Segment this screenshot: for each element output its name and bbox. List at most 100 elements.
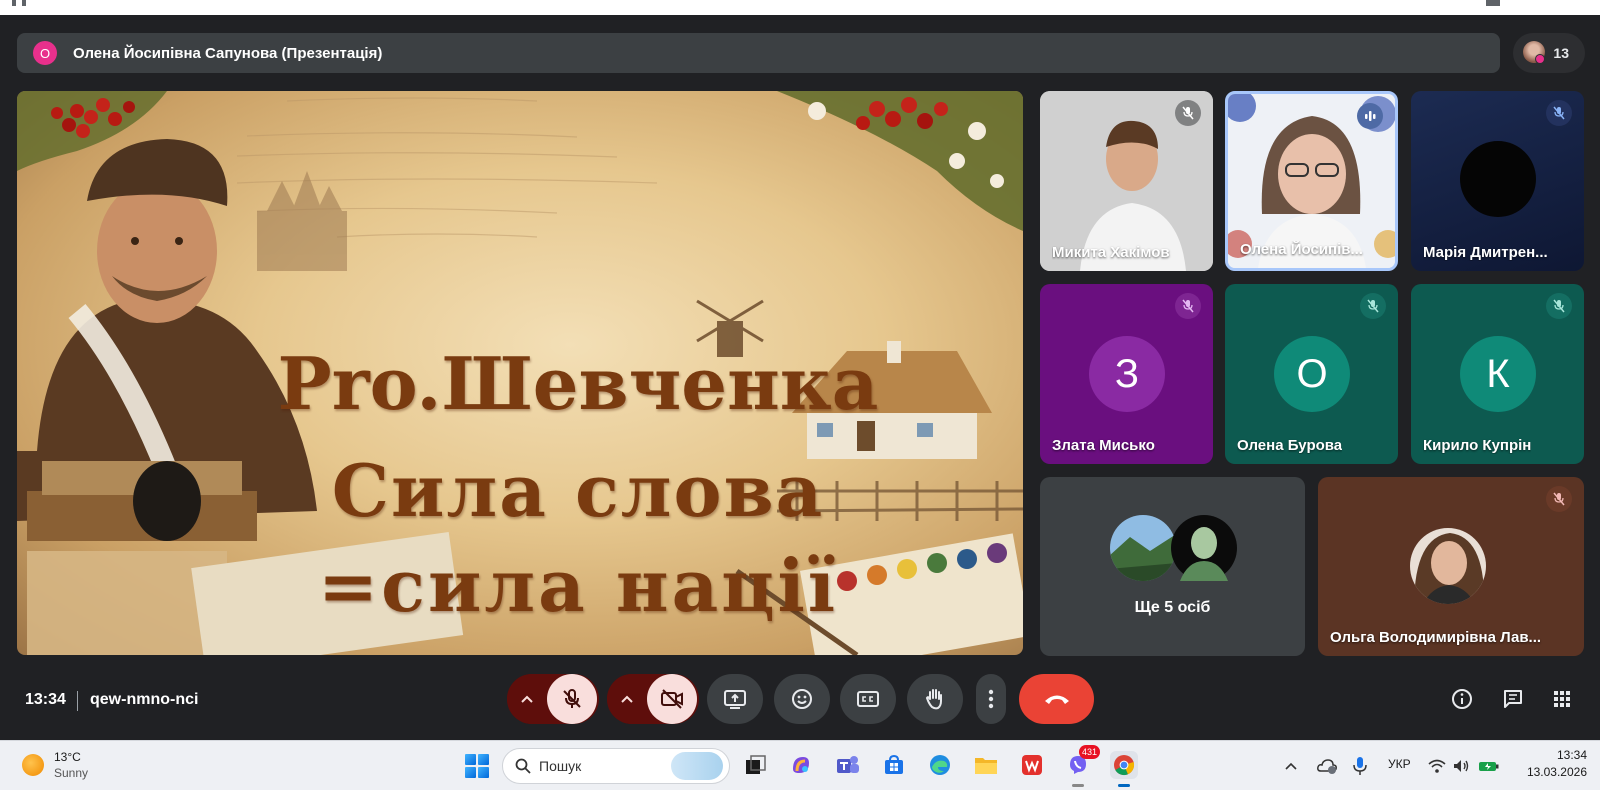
hang-up-icon <box>1044 695 1069 704</box>
closed-captions-icon <box>857 691 879 707</box>
presenter-indicator-icon <box>1535 54 1545 64</box>
participant-name: Микита Хакімов <box>1052 244 1170 261</box>
participant-name: Олена Бурова <box>1237 437 1343 454</box>
participant-name: Марія Дмитрен... <box>1423 244 1548 261</box>
search-highlight-image <box>671 752 723 780</box>
start-button[interactable] <box>465 754 489 778</box>
more-options-button[interactable] <box>976 674 1006 724</box>
presentation-slide: Pro.Шевченка Сила слова =сила нації <box>17 91 1023 655</box>
raise-hand-icon <box>925 689 942 710</box>
camera-off-icon <box>661 689 683 709</box>
taskbar-search[interactable]: Пошук <box>502 748 730 784</box>
mic-off-icon <box>563 689 581 708</box>
participant-name: Ольга Володимирівна Лав... <box>1330 629 1542 646</box>
chat-icon <box>1504 690 1522 708</box>
meeting-details-button[interactable] <box>1449 686 1475 712</box>
viber-icon[interactable]: 431 <box>1064 745 1100 787</box>
chat-button[interactable] <box>1500 686 1526 712</box>
presenter-avatar: О <box>33 41 57 65</box>
chevron-up-icon <box>621 695 633 703</box>
search-icon <box>515 758 531 774</box>
edge-icon[interactable] <box>926 751 954 779</box>
more-participants-label: Ще 5 осіб <box>1134 599 1211 616</box>
avatar <box>1460 141 1536 217</box>
microphone-in-use-icon[interactable] <box>1352 755 1368 777</box>
toggle-camera-button[interactable] <box>647 674 697 724</box>
weather-temperature: 13°C <box>54 750 81 764</box>
cloud-sync-icon[interactable] <box>1316 755 1338 777</box>
audio-options-button[interactable] <box>507 674 547 724</box>
participant-tile[interactable]: О Олена Бурова <box>1225 284 1398 464</box>
windows-taskbar: 13°C Sunny Пошук 431 УКР 13:34 13.03.202… <box>0 740 1600 790</box>
volume-icon[interactable] <box>1452 755 1470 777</box>
apps-grid-icon <box>1554 691 1570 707</box>
avatar: К <box>1460 336 1536 412</box>
search-placeholder: Пошук <box>539 758 582 774</box>
mic-off-icon <box>1175 293 1201 319</box>
more-vertical-icon <box>988 689 994 709</box>
chevron-up-icon <box>521 695 533 703</box>
copilot-icon[interactable] <box>787 751 815 779</box>
participant-tile-active-speaker[interactable]: Олена Йосипів... <box>1225 91 1398 271</box>
browser-bookmarks-strip <box>0 0 1600 15</box>
participant-avatars-stack <box>1110 515 1237 581</box>
active-app-indicator <box>1118 784 1130 787</box>
wps-office-icon[interactable] <box>1018 751 1046 779</box>
participant-tile[interactable]: Микита Хакімов <box>1040 91 1213 271</box>
wifi-icon[interactable] <box>1428 755 1446 777</box>
show-hidden-icons-chevron-icon[interactable] <box>1284 755 1298 777</box>
participant-name: Олена Йосипів... <box>1240 241 1363 258</box>
teams-icon[interactable] <box>834 751 862 779</box>
battery-charging-icon[interactable] <box>1478 755 1500 777</box>
video-options-button[interactable] <box>607 674 647 724</box>
info-icon <box>1452 689 1472 709</box>
meeting-controls-bar: 13:34 qew-nmno-nci <box>0 668 1600 738</box>
viber-notification-badge: 431 <box>1078 745 1100 759</box>
present-screen-icon <box>724 690 746 709</box>
system-time: 13:34 <box>1556 748 1587 762</box>
slide-title-line-2: Сила слова <box>331 448 825 533</box>
activities-button[interactable] <box>1549 686 1575 712</box>
participant-name: Злата Мисько <box>1052 437 1155 454</box>
file-explorer-icon[interactable] <box>972 751 1000 779</box>
participant-name: Кирило Купрін <box>1423 437 1532 454</box>
raise-hand-button[interactable] <box>907 674 963 724</box>
microsoft-store-icon[interactable] <box>880 751 908 779</box>
people-button[interactable]: 13 <box>1513 33 1585 73</box>
leave-call-button[interactable] <box>1019 674 1094 724</box>
system-date: 13.03.2026 <box>1526 765 1587 779</box>
sunny-icon <box>22 754 44 776</box>
mic-off-icon <box>1546 486 1572 512</box>
present-screen-button[interactable] <box>707 674 763 724</box>
participant-tile[interactable]: З Злата Мисько <box>1040 284 1213 464</box>
participant-tile[interactable]: К Кирило Купрін <box>1411 284 1584 464</box>
task-view-icon[interactable] <box>742 751 770 779</box>
participant-tile[interactable]: Ольга Володимирівна Лав... <box>1318 477 1584 656</box>
meeting-clock: 13:34 <box>25 691 66 708</box>
apps-icon[interactable] <box>12 0 26 6</box>
more-participants-tile[interactable]: Ще 5 осіб <box>1040 477 1305 656</box>
presenter-bar: О Олена Йосипівна Сапунова (Презентація) <box>17 33 1500 73</box>
input-language-indicator[interactable]: УКР <box>1388 757 1411 771</box>
divider <box>77 691 78 711</box>
system-clock[interactable]: 13:34 13.03.2026 <box>1505 747 1587 781</box>
participant-count: 13 <box>1553 45 1569 61</box>
slide-title-line-3: =сила нації <box>317 543 839 628</box>
avatar: З <box>1089 336 1165 412</box>
slide-title-line-1: Pro.Шевченка <box>277 341 879 426</box>
speaking-indicator-icon <box>1357 103 1383 129</box>
microphone-control <box>507 674 599 724</box>
mic-off-icon <box>1546 100 1572 126</box>
running-indicator <box>1072 784 1084 787</box>
chrome-icon[interactable] <box>1110 751 1138 787</box>
mic-off-icon <box>1546 293 1572 319</box>
weather-condition: Sunny <box>54 766 89 780</box>
meeting-code: qew-nmno-nci <box>90 691 199 708</box>
captions-button[interactable] <box>840 674 896 724</box>
participant-tile[interactable]: Марія Дмитрен... <box>1411 91 1584 271</box>
reactions-button[interactable] <box>774 674 830 724</box>
weather-widget[interactable]: 13°C Sunny <box>22 749 88 781</box>
presenter-title: Олена Йосипівна Сапунова (Презентація) <box>73 44 383 62</box>
window-control-icon[interactable] <box>1486 0 1500 6</box>
toggle-microphone-button[interactable] <box>547 674 597 724</box>
